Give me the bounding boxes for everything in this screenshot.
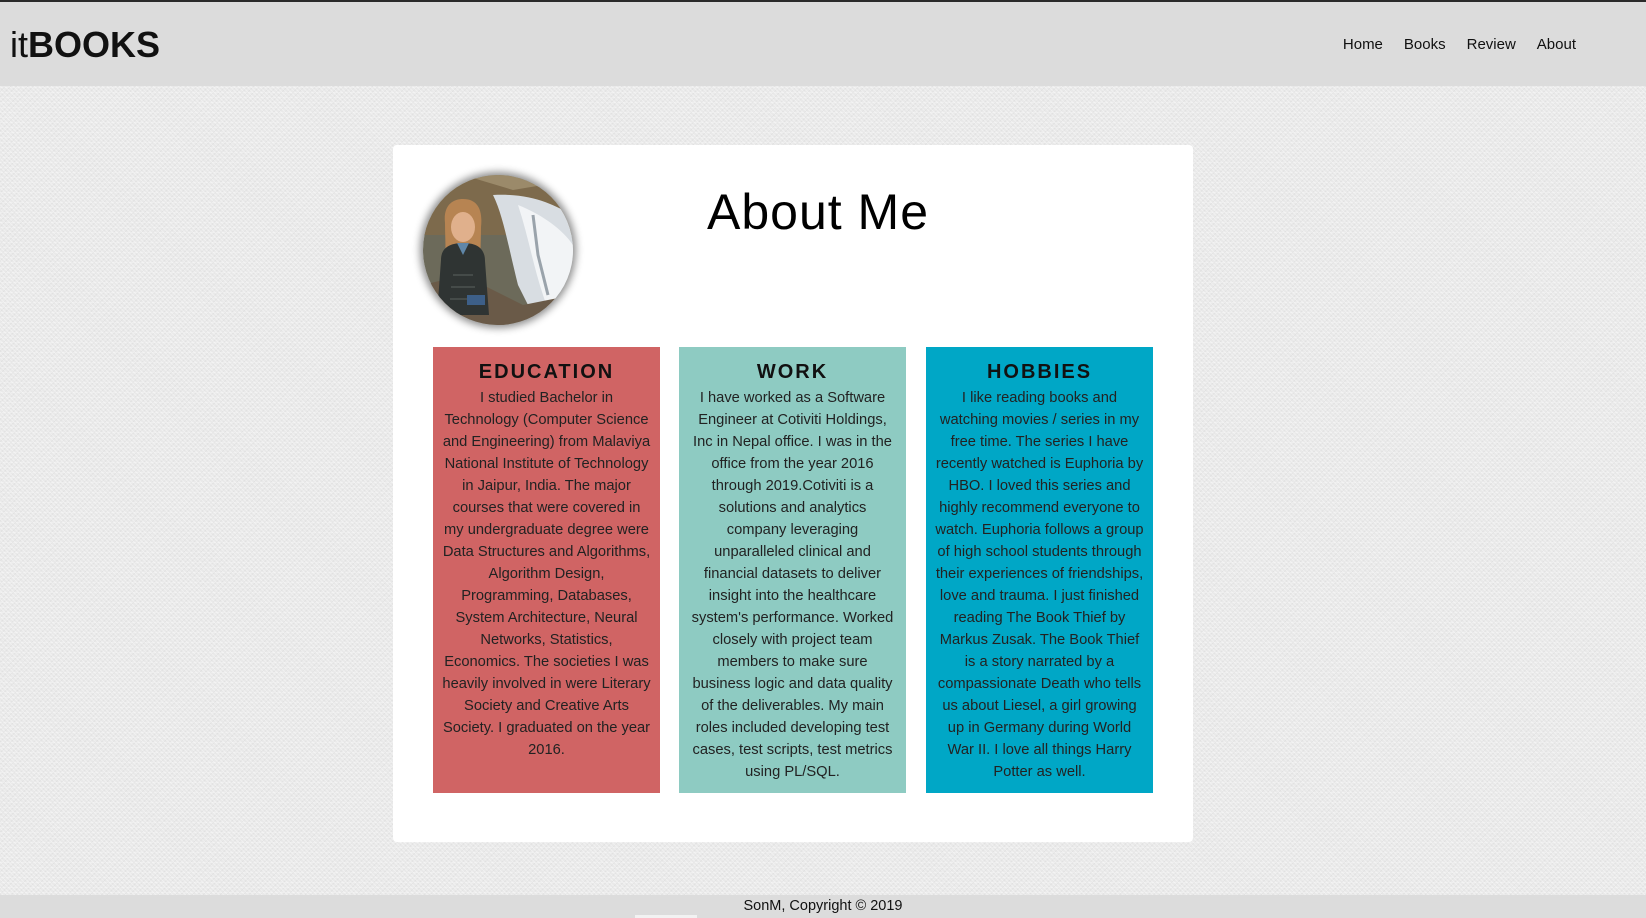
nav-link-review[interactable]: Review xyxy=(1467,36,1516,53)
nav-link-books[interactable]: Books xyxy=(1404,36,1446,53)
footer: SonM, Copyright © 2019 xyxy=(0,895,1646,918)
about-card: About Me EDUCATION I studied Bachelor in… xyxy=(393,145,1193,842)
nav-link-home[interactable]: Home xyxy=(1343,36,1383,53)
work-section: WORK I have worked as a Software Enginee… xyxy=(679,347,906,793)
hobbies-text: I like reading books and watching movies… xyxy=(935,390,1144,780)
work-text: I have worked as a Software Engineer at … xyxy=(691,390,894,780)
page-title: About Me xyxy=(706,184,929,240)
profile-photo-image xyxy=(423,175,573,325)
navbar: itBOOKS Home Books Review About xyxy=(0,2,1646,86)
education-text: I studied Bachelor in Technology (Comput… xyxy=(442,390,651,758)
main-nav: Home Books Review About xyxy=(1343,36,1576,53)
education-section: EDUCATION I studied Bachelor in Technolo… xyxy=(433,347,660,793)
logo-main: BOOKS xyxy=(28,24,161,65)
site-logo[interactable]: itBOOKS xyxy=(10,24,160,66)
hobbies-section: HOBBIES I like reading books and watchin… xyxy=(926,347,1153,793)
nav-link-about[interactable]: About xyxy=(1537,36,1576,53)
education-heading: EDUCATION xyxy=(478,361,615,383)
profile-photo xyxy=(423,175,573,325)
hobbies-heading: HOBBIES xyxy=(986,361,1093,383)
work-heading: WORK xyxy=(756,361,829,383)
logo-prefix: it xyxy=(10,24,28,65)
copyright-text: SonM, Copyright © 2019 xyxy=(743,898,903,914)
